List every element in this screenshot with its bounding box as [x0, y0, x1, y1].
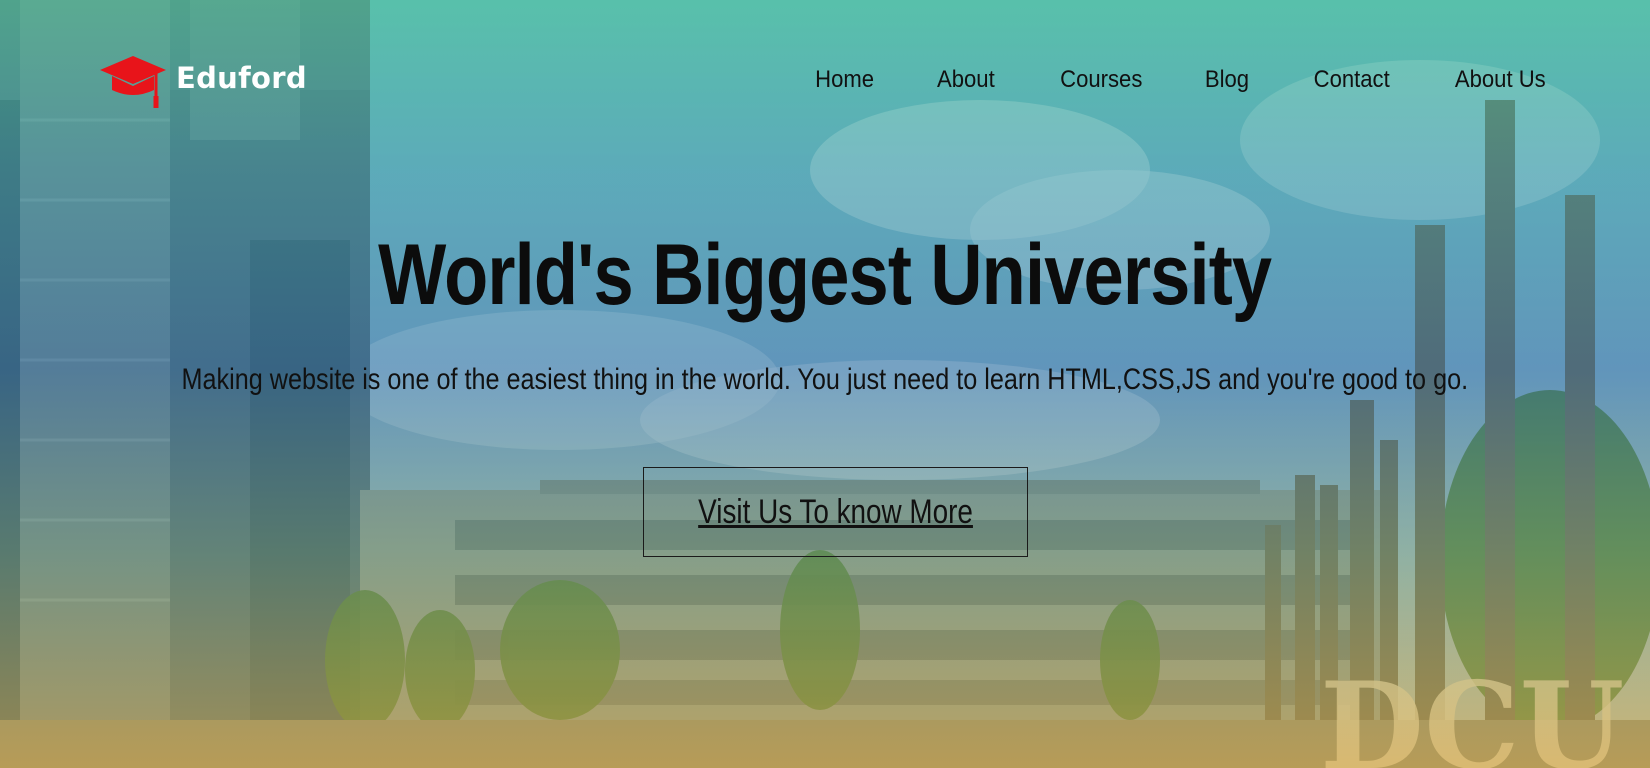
visit-us-button[interactable]: Visit Us To know More [643, 467, 1028, 557]
nav-blog[interactable]: Blog [1204, 66, 1248, 94]
nav-about[interactable]: About [937, 66, 995, 94]
hero-subtitle-text: Making website is one of the easiest thi… [181, 363, 1469, 396]
nav-courses[interactable]: Courses [1060, 66, 1142, 94]
graduation-cap-icon [100, 56, 166, 108]
hero-title: World's Biggest University [0, 226, 1650, 325]
hero-subtitle: Making website is one of the easiest thi… [0, 363, 1650, 397]
nav-contact[interactable]: Contact [1313, 66, 1389, 94]
brand-name: Eduford [176, 61, 307, 95]
nav-home[interactable]: Home [816, 66, 875, 94]
visit-us-button-label: Visit Us To know More [698, 492, 973, 531]
hero-title-text: World's Biggest University [378, 227, 1272, 323]
nav-about-us[interactable]: About Us [1455, 66, 1546, 94]
main-nav: Home About Courses Blog Contact About Us [752, 66, 1546, 94]
brand-logo[interactable]: Eduford [98, 54, 307, 114]
